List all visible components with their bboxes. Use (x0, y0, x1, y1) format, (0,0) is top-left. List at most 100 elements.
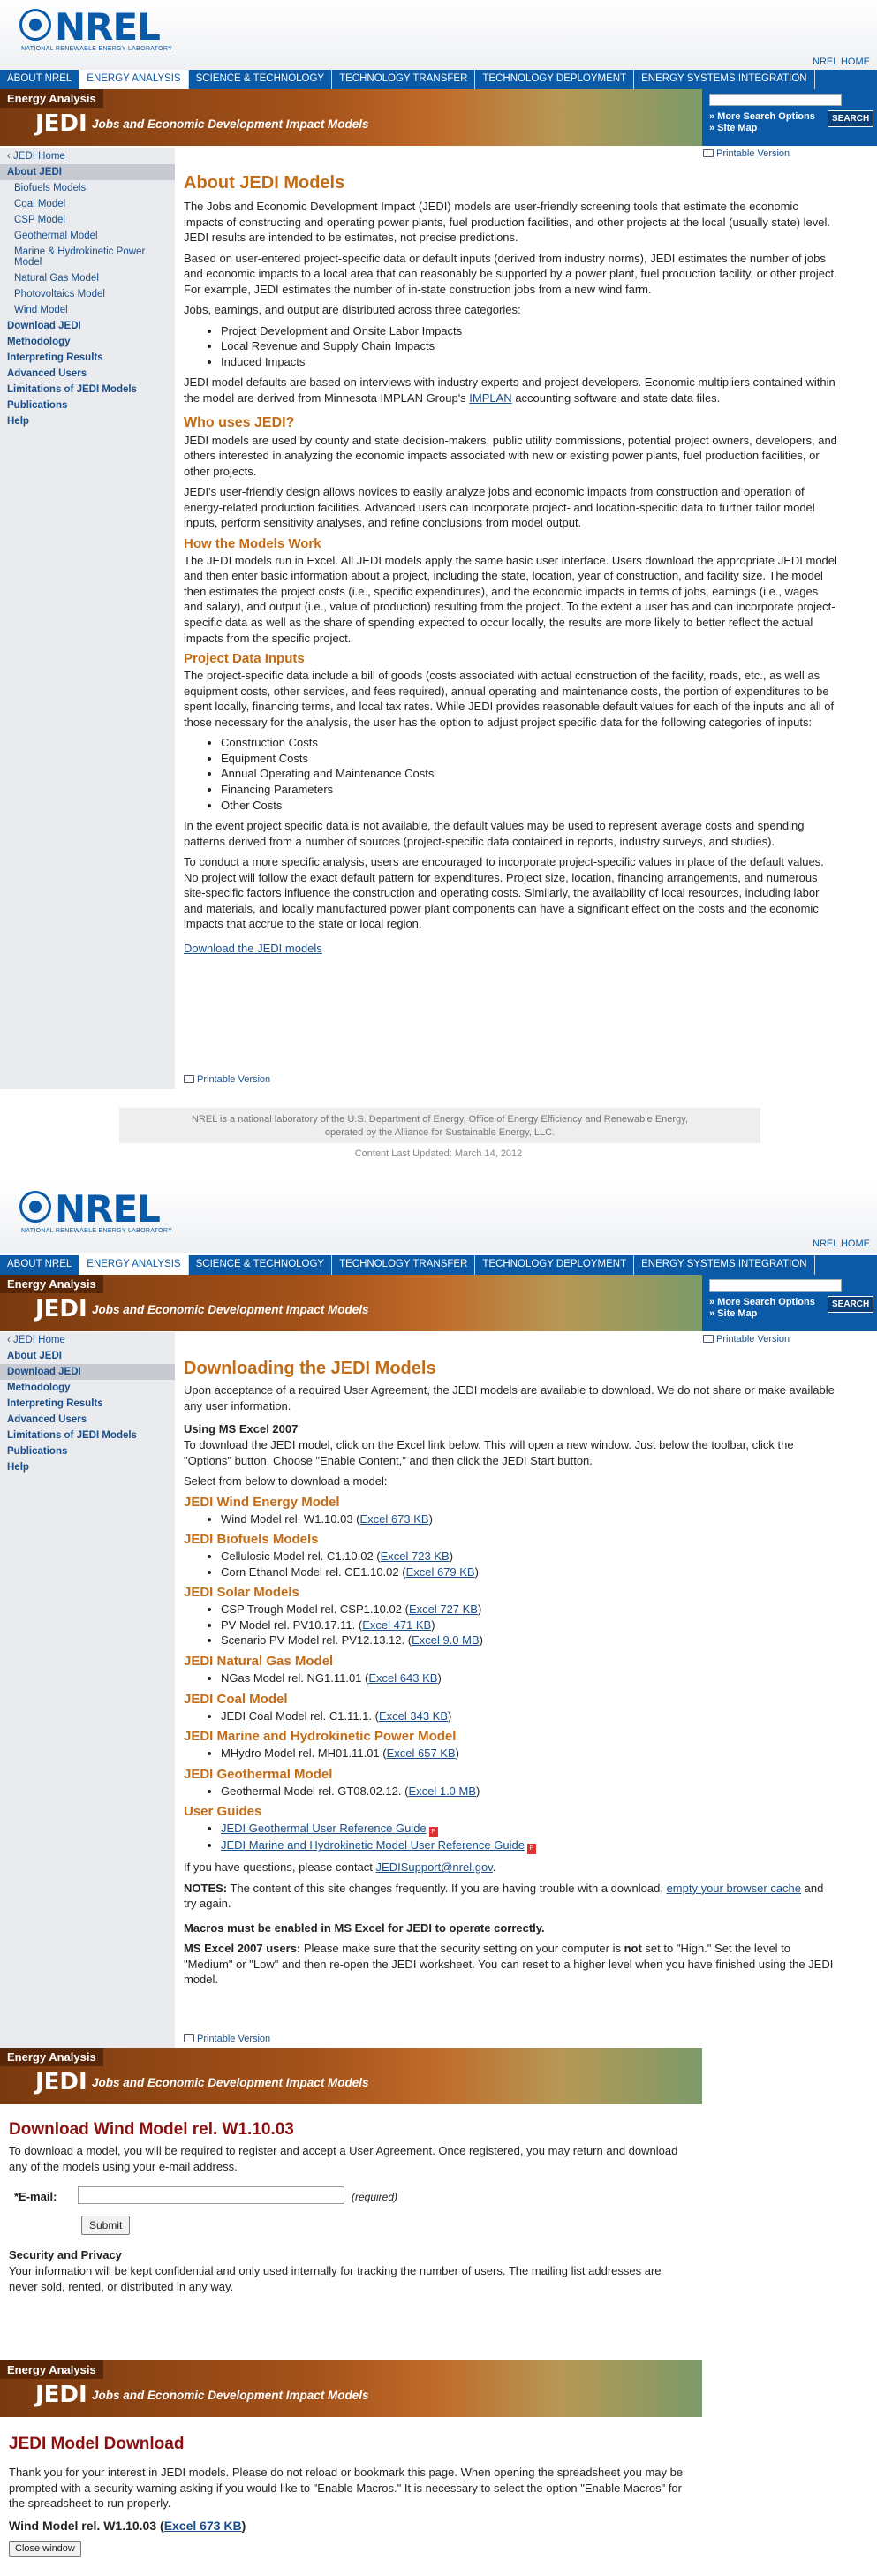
sidebar-item-geothermal-model[interactable]: Geothermal Model (0, 228, 175, 244)
nav-item-about-nrel[interactable]: ABOUT NREL (0, 70, 80, 89)
printable-version-link[interactable]: Printable Version (703, 148, 790, 159)
who-paragraph-1: JEDI models are used by county and state… (184, 433, 837, 478)
printable-version-link-bottom[interactable]: Printable Version (184, 1074, 270, 1085)
search-button[interactable]: SEARCH (828, 1296, 874, 1313)
nrel-logo[interactable]: NREL NATIONAL RENEWABLE ENERGY LABORATOR… (19, 5, 187, 58)
nav-item-technology-transfer[interactable]: TECHNOLOGY TRANSFER (332, 1255, 476, 1275)
close-window-button[interactable]: Close window (9, 2541, 81, 2557)
banner-section-label: Energy Analysis (0, 2048, 103, 2066)
download-models-link[interactable]: Download the JEDI models (184, 942, 322, 955)
sidebar-item-marine-hydrokinetic-power-model[interactable]: Marine & Hydrokinetic Power Model (0, 244, 175, 270)
nav-item-technology-deployment[interactable]: TECHNOLOGY DEPLOYMENT (475, 1255, 635, 1275)
model-item: Wind Model rel. W1.10.03 (Excel 673 KB) (221, 1512, 837, 1527)
model-list: Cellulosic Model rel. C1.10.02 (Excel 72… (221, 1549, 837, 1580)
sidebar-item-natural-gas-model[interactable]: Natural Gas Model (0, 270, 175, 286)
excel-download-link[interactable]: Excel 673 KB (360, 1512, 429, 1526)
nav-item-energy-analysis[interactable]: ENERGY ANALYSIS (79, 1255, 189, 1275)
site-header-2: NREL NATIONAL RENEWABLE ENERGY LABORATOR… (0, 1182, 877, 1253)
excel-download-link[interactable]: Excel 343 KB (379, 1709, 448, 1723)
email-field[interactable] (78, 2186, 344, 2204)
sidebar-item-wind-model[interactable]: Wind Model (0, 302, 175, 318)
sidebar-item-limitations-of-jedi-models[interactable]: Limitations of JEDI Models (0, 382, 175, 398)
excel-download-link[interactable]: Excel 679 KB (406, 1565, 475, 1579)
sidebar-item-about-jedi[interactable]: About JEDI (0, 164, 175, 180)
sidebar-item-methodology[interactable]: Methodology (0, 334, 175, 350)
sidebar-item-limitations-of-jedi-models[interactable]: Limitations of JEDI Models (0, 1428, 175, 1443)
sidebar-nav-2: ‹ JEDI Home About JEDI Download JEDI Method… (0, 1332, 175, 2049)
sidebar-item-download-jedi[interactable]: Download JEDI (0, 1364, 175, 1380)
banner-title: Jobs and Economic Development Impact Mod… (92, 117, 369, 131)
site-map-link[interactable]: » Site Map (709, 123, 757, 133)
banner-title: Jobs and Economic Development Impact Mod… (92, 1303, 369, 1316)
search-panel-2: » More Search Options » Site Map SEARCH (702, 1275, 877, 1331)
printable-version-link-2-bottom[interactable]: Printable Version (184, 2034, 270, 2044)
model-item: Corn Ethanol Model rel. CE1.10.02 (Excel… (221, 1565, 837, 1580)
submit-button[interactable]: Submit (81, 2216, 131, 2235)
nav-item-energy-systems-integration[interactable]: ENERGY SYSTEMS INTEGRATION (634, 1255, 815, 1275)
excel-download-link[interactable]: Excel 657 KB (387, 1746, 456, 1760)
excel-download-link[interactable]: Excel 9.0 MB (412, 1633, 480, 1647)
sidebar-item-help[interactable]: Help (0, 413, 175, 429)
banner-jedi: JEDI (35, 2382, 87, 2408)
empty-cache-link[interactable]: empty your browser cache (667, 1882, 801, 1895)
sidebar-item-interpreting-results[interactable]: Interpreting Results (0, 350, 175, 366)
search-input[interactable] (709, 94, 842, 106)
sidebar-item-jedi-home[interactable]: ‹ JEDI Home (0, 148, 175, 164)
support-email-link[interactable]: JEDISupport@nrel.gov (376, 1860, 493, 1874)
sidebar-item-csp-model[interactable]: CSP Model (0, 212, 175, 228)
printer-icon (184, 1075, 194, 1083)
input-categories-list: Construction Costs Equipment Costs Annua… (221, 735, 837, 813)
sidebar-item-advanced-users[interactable]: Advanced Users (0, 366, 175, 382)
download-intro: Upon acceptance of a required User Agree… (184, 1383, 835, 1413)
excel-download-link[interactable]: Excel 643 KB (368, 1671, 437, 1685)
nav-item-energy-systems-integration[interactable]: ENERGY SYSTEMS INTEGRATION (634, 70, 815, 89)
nav-item-science-technology[interactable]: SCIENCE & TECHNOLOGY (189, 1255, 333, 1275)
sidebar-item-about-jedi[interactable]: About JEDI (0, 1348, 175, 1364)
excel-download-link[interactable]: Excel 471 KB (362, 1618, 431, 1632)
sidebar-item-coal-model[interactable]: Coal Model (0, 196, 175, 212)
more-search-options-link[interactable]: » More Search Options (709, 1297, 815, 1307)
site-map-link[interactable]: » Site Map (709, 1308, 757, 1319)
nav-item-technology-deployment[interactable]: TECHNOLOGY DEPLOYMENT (475, 70, 635, 89)
privacy-title: Security and Privacy (9, 2248, 122, 2262)
final-banner: Energy Analysis JEDI Jobs and Economic D… (0, 2360, 702, 2417)
pdf-icon: P (428, 1827, 438, 1838)
sidebar-item-publications[interactable]: Publications (0, 1443, 175, 1459)
marine-guide-link[interactable]: JEDI Marine and Hydrokinetic Model User … (221, 1838, 525, 1852)
main-nav: ABOUT NREL ENERGY ANALYSIS SCIENCE & TECHN… (0, 70, 877, 89)
register-form: Download Wind Model rel. W1.10.03 To dow… (9, 2120, 680, 2179)
nav-item-energy-analysis[interactable]: ENERGY ANALYSIS (79, 70, 189, 89)
select-model-text: Select from below to download a model: (184, 1474, 388, 1489)
implan-link[interactable]: IMPLAN (469, 391, 511, 405)
search-input[interactable] (709, 1279, 842, 1292)
nrel-home-link[interactable]: NREL HOME (813, 57, 870, 67)
final-excel-link[interactable]: Excel 673 KB (164, 2519, 242, 2533)
banner-title: Jobs and Economic Development Impact Mod… (92, 2389, 369, 2402)
nrel-logo[interactable]: NREL NATIONAL RENEWABLE ENERGY LABORATOR… (19, 1187, 187, 1240)
search-panel: » More Search Options » Site Map SEARCH (702, 89, 877, 146)
printer-icon (184, 2034, 194, 2042)
sidebar-item-help[interactable]: Help (0, 1459, 175, 1475)
sidebar-item-jedi-home[interactable]: ‹ JEDI Home (0, 1332, 175, 1348)
sidebar-item-download-jedi[interactable]: Download JEDI (0, 318, 175, 334)
nrel-home-link[interactable]: NREL HOME (813, 1239, 870, 1249)
sidebar-item-methodology[interactable]: Methodology (0, 1380, 175, 1396)
sidebar-item-advanced-users[interactable]: Advanced Users (0, 1412, 175, 1428)
printable-version-link-2[interactable]: Printable Version (703, 1334, 790, 1345)
nav-item-about-nrel[interactable]: ABOUT NREL (0, 1255, 80, 1275)
excel-download-link[interactable]: Excel 723 KB (381, 1549, 450, 1563)
nav-item-technology-transfer[interactable]: TECHNOLOGY TRANSFER (332, 70, 476, 89)
sidebar-item-photovoltaics-model[interactable]: Photovoltaics Model (0, 286, 175, 302)
nav-item-science-technology[interactable]: SCIENCE & TECHNOLOGY (189, 70, 333, 89)
excel-download-link[interactable]: Excel 1.0 MB (408, 1784, 476, 1798)
search-button[interactable]: SEARCH (828, 110, 874, 127)
sidebar-item-biofuels-models[interactable]: Biofuels Models (0, 180, 175, 196)
sidebar-item-publications[interactable]: Publications (0, 398, 175, 413)
list-item: Equipment Costs (221, 751, 837, 767)
excel-download-link[interactable]: Excel 727 KB (409, 1602, 478, 1616)
more-search-options-link[interactable]: » More Search Options (709, 111, 815, 122)
geothermal-guide-link[interactable]: JEDI Geothermal User Reference Guide (221, 1822, 427, 1835)
privacy-text: Your information will be kept confidenti… (9, 2264, 662, 2293)
main-nav-2: ABOUT NREL ENERGY ANALYSIS SCIENCE & TECHN… (0, 1255, 877, 1275)
sidebar-item-interpreting-results[interactable]: Interpreting Results (0, 1396, 175, 1412)
